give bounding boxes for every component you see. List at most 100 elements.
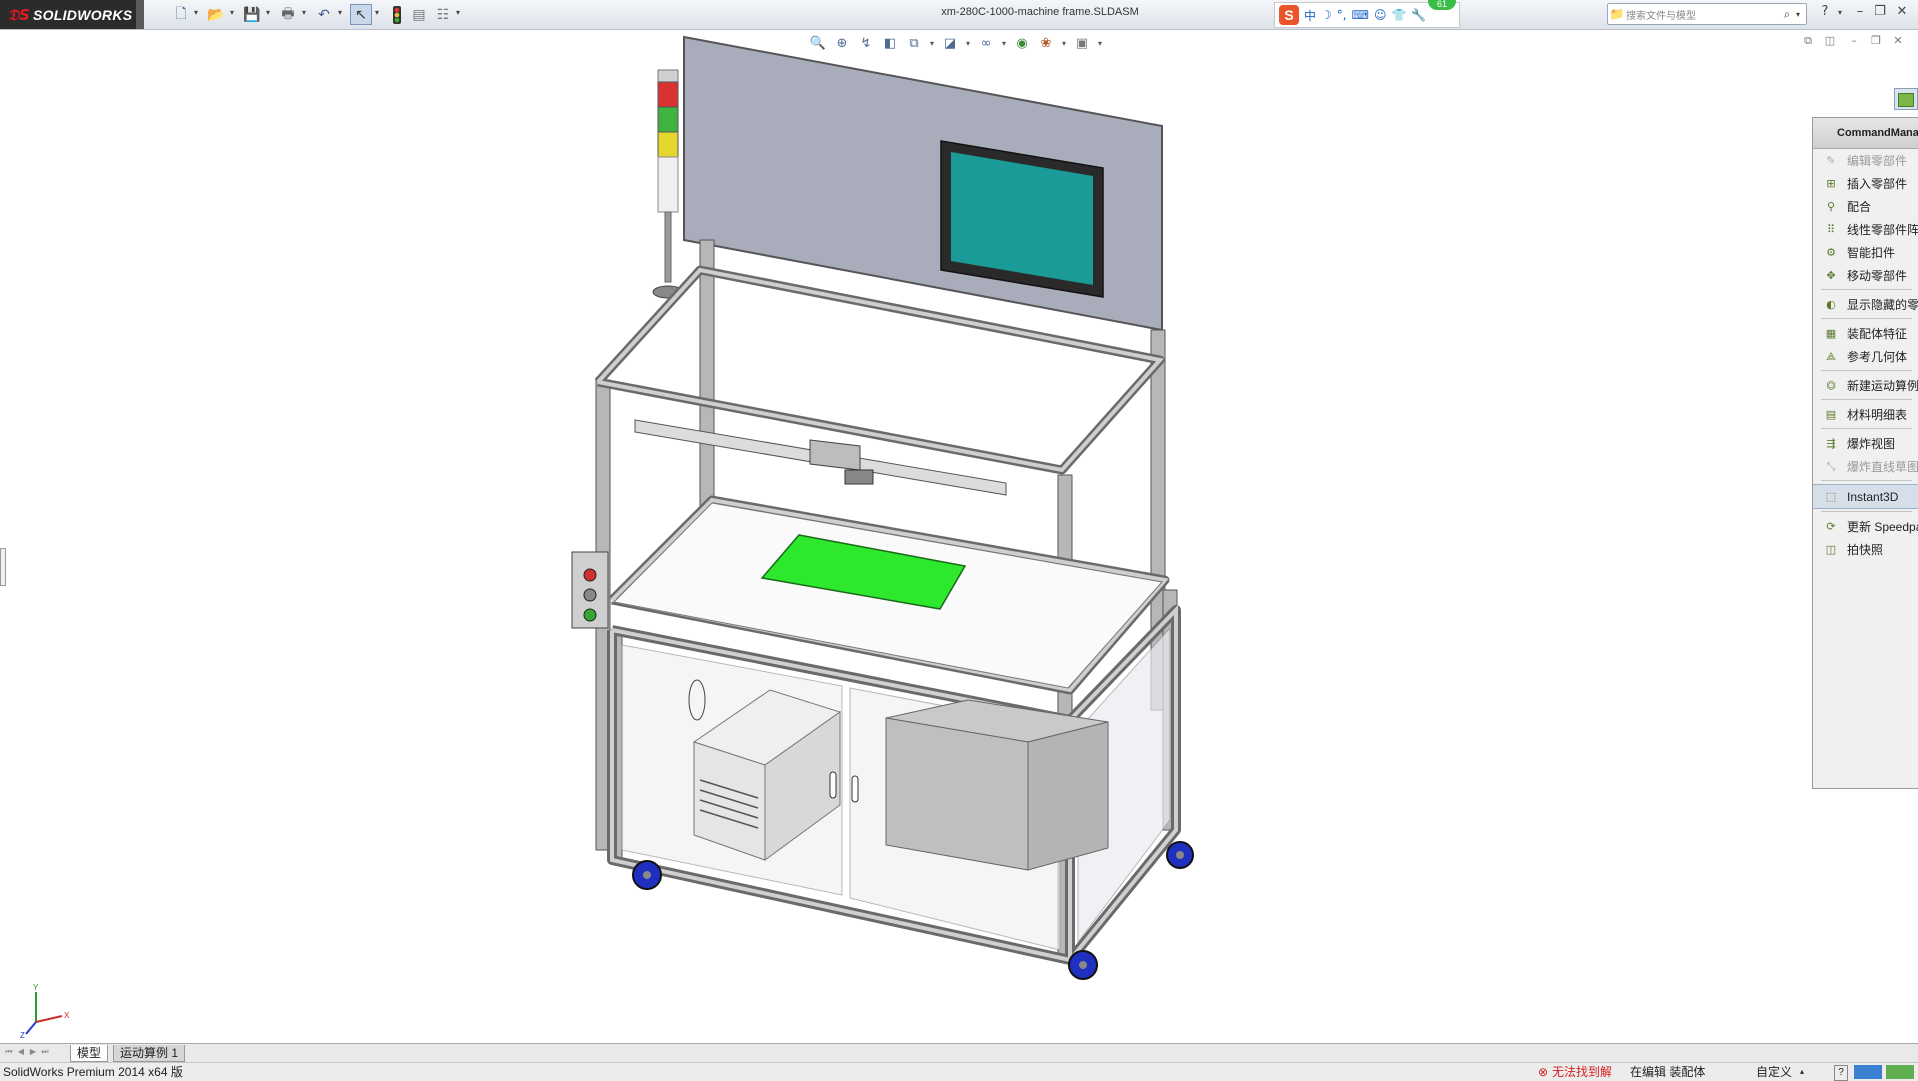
select-dropdown-icon[interactable]: ▾	[375, 8, 379, 17]
cm-item-label: 配合	[1847, 200, 1872, 214]
cm-item-assembly-features[interactable]: ▦ 装配体特征	[1813, 322, 1918, 345]
print-dropdown-icon[interactable]: ▾	[302, 8, 306, 17]
rebuild-traffic-light-icon[interactable]	[390, 4, 404, 25]
first-tab-arrow-icon[interactable]: ⏮	[4, 1047, 14, 1059]
search-placeholder[interactable]: 搜索文件与模型	[1626, 7, 1778, 22]
ime-skin-icon[interactable]: 👕	[1391, 8, 1406, 22]
door-handle-right[interactable]	[851, 775, 859, 803]
cm-item-move-component[interactable]: ✥ 移动零部件	[1813, 264, 1918, 287]
cm-separator	[1821, 370, 1912, 371]
new-dropdown-icon[interactable]: ▾	[194, 8, 198, 17]
options-dropdown-icon[interactable]: ▾	[456, 8, 460, 17]
cm-item-instant3d[interactable]: ⬚ Instant3D	[1813, 484, 1918, 509]
linear-rail[interactable]	[634, 419, 1007, 496]
cm-item-label: 装配体特征	[1847, 327, 1908, 341]
menu-expand-arrow[interactable]	[136, 0, 144, 29]
prev-tab-arrow-icon[interactable]: ◀	[16, 1047, 26, 1059]
show-hidden-components-icon: ◐	[1826, 298, 1836, 311]
cm-item-insert-component[interactable]: ⊞ 插入零部件	[1813, 172, 1918, 195]
status-unit-system[interactable]: 自定义	[1756, 1065, 1792, 1079]
help-dropdown-icon[interactable]: ▾	[1831, 8, 1849, 26]
status-error-icon[interactable]: ⊗	[1538, 1065, 1548, 1079]
sogou-s-icon[interactable]: S	[1279, 5, 1299, 25]
ime-moon-icon[interactable]: ☽	[1321, 8, 1332, 22]
cm-separator	[1821, 289, 1912, 290]
search-icon[interactable]: ⌕	[1778, 7, 1796, 22]
unit-dropdown-icon[interactable]: ▴	[1800, 1065, 1804, 1079]
next-tab-arrow-icon[interactable]: ▶	[28, 1047, 38, 1059]
save-dropdown-icon[interactable]: ▾	[266, 8, 270, 17]
stack-light[interactable]	[652, 69, 684, 299]
document-title: xm-280C-1000-machine frame.SLDASM	[941, 6, 1139, 18]
move-component-icon: ✥	[1826, 269, 1836, 282]
ime-punctuation-icon[interactable]: °,	[1337, 8, 1347, 22]
door-handle-left[interactable]	[829, 771, 837, 799]
cm-separator	[1821, 318, 1912, 319]
print-icon[interactable]: 🖶	[278, 4, 298, 25]
title-bar: 𝔇S SOLIDWORKS 🗋 ▾ 📂 ▾ 💾 ▾ 🖶 ▾ ↶ ▾ ↖ ▾ ▤ …	[0, 0, 1918, 30]
cm-item-label: 编辑零部件	[1847, 154, 1908, 168]
cm-item-smart-fasteners[interactable]: ⚙ 智能扣件	[1813, 241, 1918, 264]
machine-frame-model[interactable]	[0, 30, 1812, 1043]
monitor[interactable]	[940, 140, 1104, 298]
cm-item-update-speedpak[interactable]: ⟳ 更新 Speedpak	[1813, 515, 1918, 538]
new-motion-study-icon: ⏣	[1826, 379, 1836, 392]
cm-item-label: 移动零部件	[1847, 269, 1908, 283]
ime-user-icon[interactable]: ☺	[1374, 8, 1387, 22]
select-pointer-icon[interactable]: ↖	[350, 4, 372, 25]
ime-badge: 61	[1428, 0, 1456, 10]
ime-tools-icon[interactable]: 🔧	[1411, 8, 1426, 22]
status-edit-mode: 在编辑 装配体	[1630, 1065, 1706, 1079]
status-bar: SolidWorks Premium 2014 x64 版 ⊗ 无法找到解 在编…	[0, 1062, 1918, 1081]
ds-logo-icon: 𝔇S	[8, 5, 30, 24]
status-icon-green[interactable]	[1886, 1065, 1914, 1079]
tab-motion-study-1[interactable]: 运动算例 1	[113, 1045, 186, 1062]
cm-separator	[1821, 428, 1912, 429]
doc-restore-button[interactable]: ❐	[1868, 34, 1884, 50]
open-folder-icon[interactable]: 📂	[206, 4, 226, 25]
cm-item-explode-line-sketch[interactable]: ⤡ 爆炸直线草图	[1813, 455, 1918, 478]
last-tab-arrow-icon[interactable]: ⏭	[40, 1047, 50, 1059]
file-properties-icon[interactable]: ▤	[410, 4, 428, 25]
search-dropdown-icon[interactable]: ▾	[1796, 10, 1806, 19]
doc-cascade-icon[interactable]: ◫	[1822, 34, 1838, 50]
cm-item-bill-of-materials[interactable]: ▤ 材料明细表	[1813, 403, 1918, 426]
undo-dropdown-icon[interactable]: ▾	[338, 8, 342, 17]
cm-item-linear-pattern[interactable]: ⠿ 线性零部件阵列	[1813, 218, 1918, 241]
graphics-area[interactable]: Y X Z	[0, 30, 1812, 1043]
cm-item-mate[interactable]: ⚲ 配合	[1813, 195, 1918, 218]
cm-item-label: 线性零部件阵列	[1847, 223, 1918, 237]
open-dropdown-icon[interactable]: ▾	[230, 8, 234, 17]
insert-component-icon: ⊞	[1826, 177, 1836, 190]
minimize-button[interactable]: –	[1851, 4, 1869, 22]
feature-manager-splitter[interactable]	[0, 548, 6, 586]
task-pane-icon	[1898, 93, 1914, 107]
cm-item-edit-component[interactable]: ✎ 编辑零部件	[1813, 149, 1918, 172]
control-button-box[interactable]	[571, 551, 609, 629]
tab-model[interactable]: 模型	[70, 1045, 109, 1062]
search-box[interactable]: 📁 搜索文件与模型 ⌕ ▾	[1607, 3, 1807, 25]
command-manager-tab[interactable]	[1894, 88, 1918, 110]
save-icon[interactable]: 💾	[242, 4, 262, 25]
doc-minimize-button[interactable]: –	[1846, 34, 1862, 50]
ime-chinese-mode[interactable]: 中	[1304, 7, 1316, 24]
options-icon[interactable]: ☷	[434, 4, 452, 25]
undo-icon[interactable]: ↶	[314, 4, 334, 25]
status-icon-blue[interactable]	[1854, 1065, 1882, 1079]
solidworks-logo[interactable]: 𝔇S SOLIDWORKS	[0, 0, 136, 29]
cm-item-reference-geometry[interactable]: ⟁ 参考几何体	[1813, 345, 1918, 368]
ime-keyboard-icon[interactable]: ⌨	[1352, 8, 1369, 22]
restore-button[interactable]: ❐	[1871, 4, 1889, 22]
cm-item-new-motion-study[interactable]: ⏣ 新建运动算例	[1813, 374, 1918, 397]
explode-line-sketch-icon: ⤡	[1826, 459, 1836, 473]
cm-item-take-snapshot[interactable]: ◫ 拍快照	[1813, 538, 1918, 561]
status-help-icon[interactable]: ?	[1834, 1065, 1848, 1081]
cm-item-exploded-view[interactable]: ⇶ 爆炸视图	[1813, 432, 1918, 455]
close-button[interactable]: ✕	[1893, 4, 1911, 22]
new-document-icon[interactable]: 🗋	[171, 4, 191, 25]
cm-item-show-hidden-components[interactable]: ◐ 显示隐藏的零部件	[1813, 293, 1918, 316]
edit-component-icon: ✎	[1826, 154, 1836, 167]
status-error[interactable]: 无法找到解	[1552, 1065, 1612, 1079]
doc-close-button[interactable]: ✕	[1890, 34, 1906, 50]
cm-separator	[1821, 480, 1912, 481]
